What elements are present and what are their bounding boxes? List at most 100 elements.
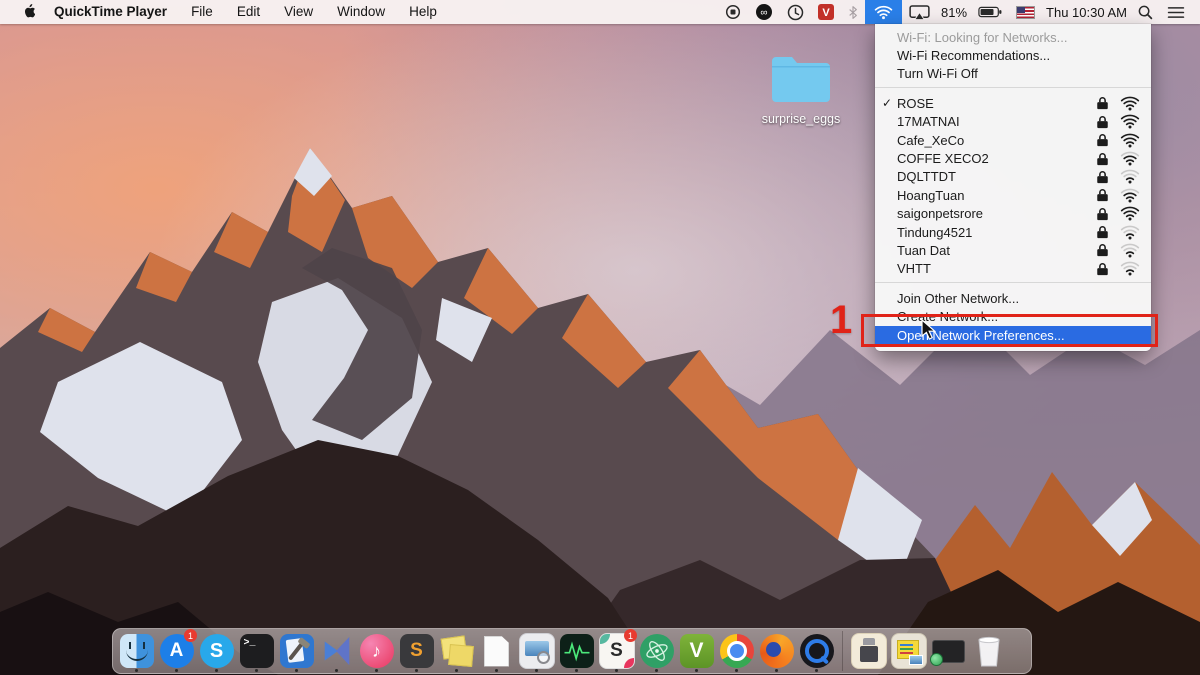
wifi-network-item[interactable]: DQLTTDT (875, 168, 1151, 186)
wifi-signal-icon (1119, 151, 1141, 166)
lock-icon (1095, 207, 1110, 221)
wifi-signal-icon (1119, 96, 1141, 111)
wifi-status-item: Wi-Fi: Looking for Networks... (875, 28, 1151, 46)
bluetooth-icon[interactable] (841, 0, 865, 24)
menu-item-join-other-network[interactable]: Join Other Network... (875, 289, 1151, 307)
annotation-step-number: 1 (830, 300, 852, 340)
desktop: QuickTime Player File Edit View Window H… (0, 0, 1200, 675)
dock-skype-icon[interactable]: S (198, 631, 235, 671)
dock-document-icon[interactable] (478, 631, 515, 671)
apple-icon (21, 4, 35, 20)
checkmark-icon: ✓ (882, 96, 897, 110)
dock-itunes-icon[interactable]: ♪ (358, 631, 395, 671)
v-app-status-icon[interactable]: V (811, 0, 841, 24)
lock-icon (1095, 170, 1110, 184)
wifi-signal-icon (1119, 225, 1141, 240)
dock-slack-icon[interactable]: S 1 (598, 631, 635, 671)
folder-icon (768, 52, 834, 104)
dock-downloads-folder-icon[interactable] (890, 631, 927, 671)
wifi-network-item[interactable]: VHTT (875, 260, 1151, 278)
wifi-signal-icon (1119, 206, 1141, 221)
wifi-status-text: Wi-Fi: Looking for Networks... (897, 30, 1141, 45)
slack-badge: 1 (624, 629, 637, 642)
battery-icon[interactable] (971, 0, 1009, 24)
lock-icon (1095, 133, 1110, 147)
menu-edit[interactable]: Edit (225, 0, 272, 24)
dock-xcode-icon[interactable] (278, 631, 315, 671)
wifi-signal-icon (1119, 114, 1141, 129)
wifi-network-item[interactable]: COFFE XECO2 (875, 149, 1151, 167)
dock-app-store-icon[interactable]: A 1 (158, 631, 195, 671)
menu-view[interactable]: View (272, 0, 325, 24)
wifi-signal-icon (1119, 243, 1141, 258)
dock-atom-icon[interactable] (638, 631, 675, 671)
wifi-signal-icon (1119, 169, 1141, 184)
svg-text:V: V (822, 7, 830, 19)
item-label: Wi-Fi Recommendations... (897, 48, 1141, 63)
network-name: saigonpetsrore (897, 206, 1095, 221)
dock-finder-icon[interactable] (118, 631, 155, 671)
airplay-display-icon[interactable] (902, 0, 937, 24)
wifi-dropdown-menu: Wi-Fi: Looking for Networks... Wi-Fi Rec… (875, 24, 1151, 351)
network-name: Cafe_XeCo (897, 133, 1095, 148)
menu-separator (875, 87, 1151, 90)
network-name: Tuan Dat (897, 243, 1095, 258)
network-name: DQLTTDT (897, 169, 1095, 184)
network-name: VHTT (897, 261, 1095, 276)
spotlight-search-icon[interactable] (1131, 0, 1160, 24)
dock-quicktime-icon[interactable] (798, 631, 835, 671)
mouse-cursor (921, 319, 936, 340)
menu-window[interactable]: Window (325, 0, 397, 24)
wifi-icon (874, 5, 893, 20)
network-name: ROSE (897, 96, 1095, 111)
creative-cloud-icon[interactable]: ∞ (748, 0, 780, 24)
dock-chrome-icon[interactable] (718, 631, 755, 671)
dock-visual-studio-icon[interactable] (318, 631, 355, 671)
wifi-network-item[interactable]: Cafe_XeCo (875, 131, 1151, 149)
desktop-folder-surprise-eggs[interactable]: surprise_eggs (745, 52, 857, 126)
wifi-network-item[interactable]: ✓ ROSE (875, 94, 1151, 112)
lock-icon (1095, 188, 1110, 202)
dock-separator (842, 631, 843, 671)
dock-activity-monitor-icon[interactable] (558, 631, 595, 671)
active-app-menu[interactable]: QuickTime Player (42, 0, 179, 24)
dock-preview-icon[interactable] (518, 631, 555, 671)
menu-item-create-network[interactable]: Create Network... (875, 307, 1151, 325)
network-name: Tindung4521 (897, 225, 1095, 240)
notification-center-icon[interactable] (1160, 0, 1192, 24)
menu-file[interactable]: File (179, 0, 225, 24)
item-label: Turn Wi-Fi Off (897, 66, 1141, 81)
lock-icon (1095, 262, 1110, 276)
dock-trash-icon[interactable] (970, 631, 1007, 671)
wifi-menu-extra[interactable] (865, 0, 902, 24)
apple-menu[interactable] (14, 0, 42, 24)
dock-sublime-text-icon[interactable]: S (398, 631, 435, 671)
clock-app-icon[interactable] (780, 0, 811, 24)
lock-icon (1095, 96, 1110, 110)
record-status-icon[interactable] (718, 0, 748, 24)
dock-terminal-icon[interactable]: >_ (238, 631, 275, 671)
dock: A 1 S >_ ♪ S S 1 (112, 628, 1032, 674)
item-label: Join Other Network... (897, 291, 1141, 306)
menu-clock[interactable]: Thu 10:30 AM (1042, 0, 1131, 24)
app-store-badge: 1 (184, 629, 197, 642)
dock-minimized-window[interactable] (930, 631, 967, 671)
wifi-signal-icon (1119, 133, 1141, 148)
input-language-flag[interactable] (1009, 0, 1042, 24)
lock-icon (1095, 243, 1110, 257)
dock-v-app-icon[interactable]: V (678, 631, 715, 671)
wifi-network-item[interactable]: saigonpetsrore (875, 205, 1151, 223)
wifi-network-item[interactable]: 17MATNAI (875, 113, 1151, 131)
dock-firefox-icon[interactable] (758, 631, 795, 671)
menu-item-turn-wifi-off[interactable]: Turn Wi-Fi Off (875, 65, 1151, 83)
menu-item-wifi-recommendations[interactable]: Wi-Fi Recommendations... (875, 46, 1151, 64)
dock-archive-icon[interactable] (850, 631, 887, 671)
wifi-network-item[interactable]: HoangTuan (875, 186, 1151, 204)
wifi-network-item[interactable]: Tindung4521 (875, 223, 1151, 241)
menu-item-open-network-preferences[interactable]: Open Network Preferences... (875, 326, 1151, 345)
menu-help[interactable]: Help (397, 0, 449, 24)
wifi-network-item[interactable]: Tuan Dat (875, 241, 1151, 259)
menu-separator (875, 282, 1151, 285)
network-name: HoangTuan (897, 188, 1095, 203)
dock-stickies-icon[interactable] (438, 631, 475, 671)
